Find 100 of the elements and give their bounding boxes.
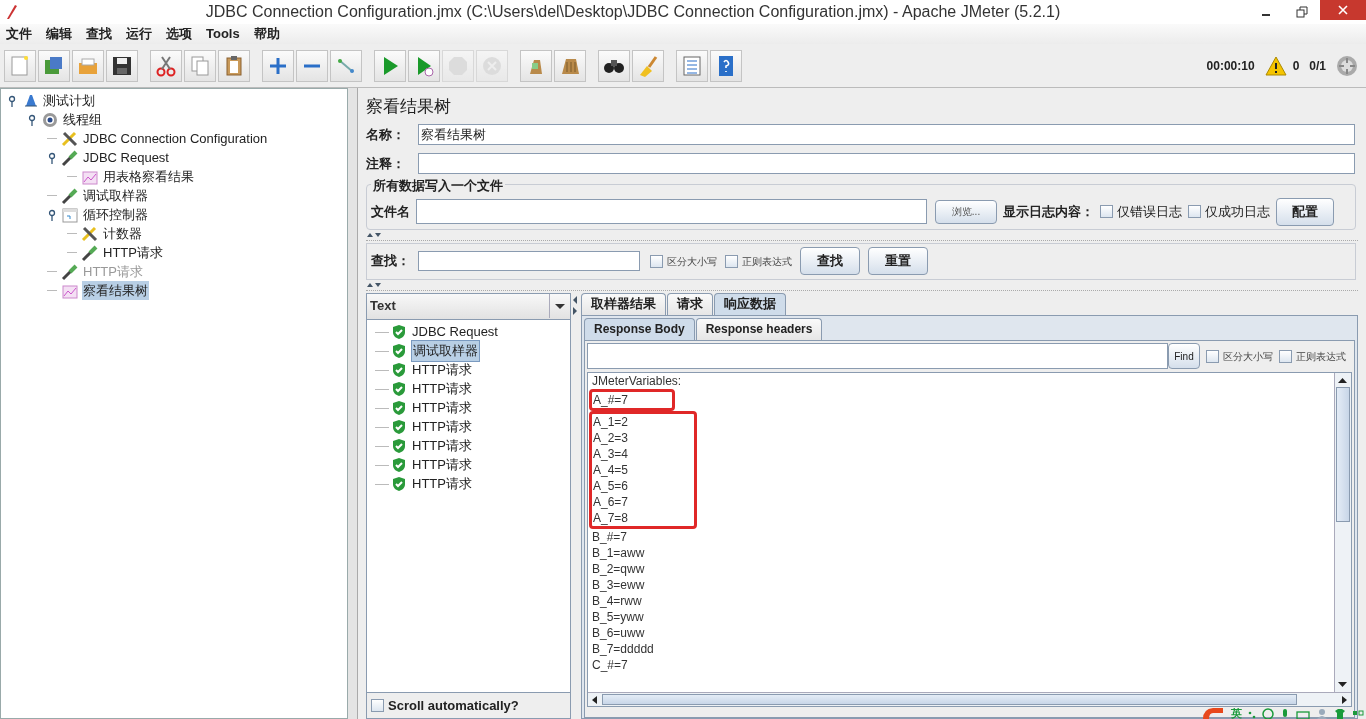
result-item[interactable]: HTTP请求 — [411, 455, 473, 475]
text-line: A_5=6 — [593, 477, 630, 494]
field-label: 名称： — [366, 125, 406, 144]
comment-field[interactable] — [418, 153, 1355, 174]
panel-heading: 察看结果树 — [366, 96, 452, 118]
checkbox[interactable]: 正则表达式 — [1279, 348, 1346, 364]
field-label: 查找： — [371, 252, 410, 271]
user-icon[interactable] — [1316, 708, 1328, 719]
menu-item[interactable]: 文件 — [6, 24, 32, 44]
tree-toggle-icon[interactable] — [47, 207, 57, 222]
tree-item[interactable]: JDBC Connection Configuration — [82, 128, 269, 149]
filename-field[interactable] — [416, 199, 927, 224]
tree-item[interactable]: 线程组 — [62, 109, 103, 130]
success-shield-icon — [391, 381, 407, 397]
group-legend: 所有数据写入一个文件 — [371, 176, 505, 196]
warning-icon[interactable] — [1264, 55, 1287, 76]
menu-item[interactable]: 帮助 — [253, 24, 280, 44]
result-item[interactable]: HTTP请求 — [411, 360, 473, 380]
text-line: A_3=4 — [593, 445, 630, 462]
success-shield-icon — [391, 457, 407, 473]
window-title: JDBC Connection Configuration.jmx (C:\Users\del\Desktop\JDBC Connection Configuration.jmx) - Apache JMeter (5.2.1) — [204, 2, 1062, 22]
tree-toggle-icon[interactable] — [7, 93, 17, 108]
keyboard-icon[interactable] — [1296, 709, 1310, 719]
body-search-field[interactable] — [587, 343, 1168, 369]
text-line: A_7=8 — [593, 509, 630, 526]
tree-toggle-icon[interactable] — [47, 150, 57, 165]
result-item[interactable]: HTTP请求 — [411, 436, 473, 456]
window-icon — [61, 205, 79, 224]
checkbox[interactable]: 仅错误日志 — [1100, 201, 1182, 222]
ime-logo-icon[interactable] — [1201, 708, 1225, 719]
result-item[interactable]: HTTP请求 — [411, 379, 473, 399]
success-shield-icon — [391, 324, 407, 340]
result-item[interactable]: HTTP请求 — [411, 417, 473, 437]
gear-icon — [41, 110, 59, 129]
success-shield-icon — [391, 400, 407, 416]
tree-item[interactable]: 用表格察看结果 — [102, 166, 195, 187]
microphone-icon[interactable] — [1280, 708, 1290, 719]
horizontal-scrollbar[interactable] — [588, 692, 1351, 706]
tab[interactable]: Response headers — [695, 317, 823, 340]
tree-item[interactable]: 循环控制器 — [82, 204, 149, 225]
close-button[interactable] — [1320, 0, 1366, 20]
name-field[interactable]: 察看结果树 — [418, 124, 1355, 145]
tab[interactable]: 请求 — [667, 292, 713, 315]
app-feather-icon — [4, 4, 18, 20]
menu-item[interactable]: Tools — [206, 24, 240, 44]
result-item[interactable]: 调试取样器 — [411, 340, 480, 362]
success-shield-icon — [391, 343, 407, 359]
text-line: A_#=7 — [593, 391, 630, 408]
pipette-icon — [61, 262, 79, 281]
punctuation-icon[interactable] — [1248, 709, 1256, 719]
tree-item[interactable]: 测试计划 — [42, 90, 96, 111]
tab[interactable]: 响应数据 — [714, 292, 786, 315]
checkbox[interactable]: Scroll automatically? — [371, 695, 519, 716]
pipette-icon — [61, 186, 79, 205]
tab[interactable]: 取样器结果 — [581, 292, 666, 315]
toolbar-button[interactable] — [598, 49, 630, 82]
text-line: B_2=qww — [592, 560, 646, 577]
menu-item[interactable]: 选项 — [166, 24, 192, 44]
checkbox[interactable]: 区分大小写 — [650, 253, 717, 269]
checkbox[interactable]: 区分大小写 — [1206, 348, 1273, 364]
close-icon — [1338, 5, 1348, 15]
checkbox[interactable]: 仅成功日志 — [1188, 201, 1270, 222]
split-arrows-icon[interactable] — [572, 294, 578, 315]
warning-count: 0 — [1292, 57, 1300, 75]
text-line: A_6=7 — [593, 493, 630, 510]
configure-button[interactable]: 配置 — [1276, 197, 1334, 226]
split-arrows-icon[interactable] — [366, 281, 382, 288]
reset-button[interactable]: 重置 — [868, 247, 928, 275]
tree-item[interactable]: 调试取样器 — [82, 185, 149, 206]
menu-item[interactable]: 查找 — [86, 24, 112, 44]
checkbox[interactable]: 正则表达式 — [725, 253, 792, 269]
restore-icon[interactable] — [1296, 6, 1308, 18]
text-line: B_#=7 — [592, 528, 629, 545]
text-line: A_4=5 — [593, 461, 630, 478]
vertical-scrollbar[interactable] — [1334, 372, 1351, 692]
menu-item[interactable]: 编辑 — [46, 24, 72, 44]
find-button[interactable]: Find — [1168, 343, 1200, 369]
text-line: A_2=3 — [593, 429, 630, 446]
field-label: 文件名 — [371, 202, 410, 221]
browse-button[interactable]: 浏览... — [935, 199, 997, 224]
remote-status-icon[interactable] — [1336, 54, 1358, 77]
search-field[interactable] — [418, 251, 640, 271]
split-arrows-icon[interactable] — [366, 231, 382, 238]
text-line: B_3=eww — [592, 576, 646, 593]
find-button[interactable]: 查找 — [800, 247, 860, 275]
tree-item[interactable]: 察看结果树 — [82, 280, 149, 301]
list-icon — [680, 53, 704, 78]
renderer-dropdown[interactable]: Text — [367, 293, 570, 320]
menu-item[interactable]: 运行 — [126, 24, 152, 44]
result-item[interactable]: HTTP请求 — [411, 398, 473, 418]
tree-item[interactable]: HTTP请求 — [102, 242, 164, 263]
smiley-icon[interactable] — [1262, 708, 1274, 719]
tree-toggle-icon[interactable] — [27, 112, 37, 127]
tree-item[interactable]: 计数器 — [102, 223, 143, 244]
result-item[interactable]: HTTP请求 — [411, 474, 473, 494]
pipette-icon — [61, 148, 79, 167]
tree-item[interactable]: JDBC Request — [82, 147, 170, 168]
tab[interactable]: Response Body — [584, 317, 695, 340]
toolbar-button[interactable] — [106, 49, 138, 82]
result-item[interactable]: JDBC Request — [411, 322, 499, 342]
